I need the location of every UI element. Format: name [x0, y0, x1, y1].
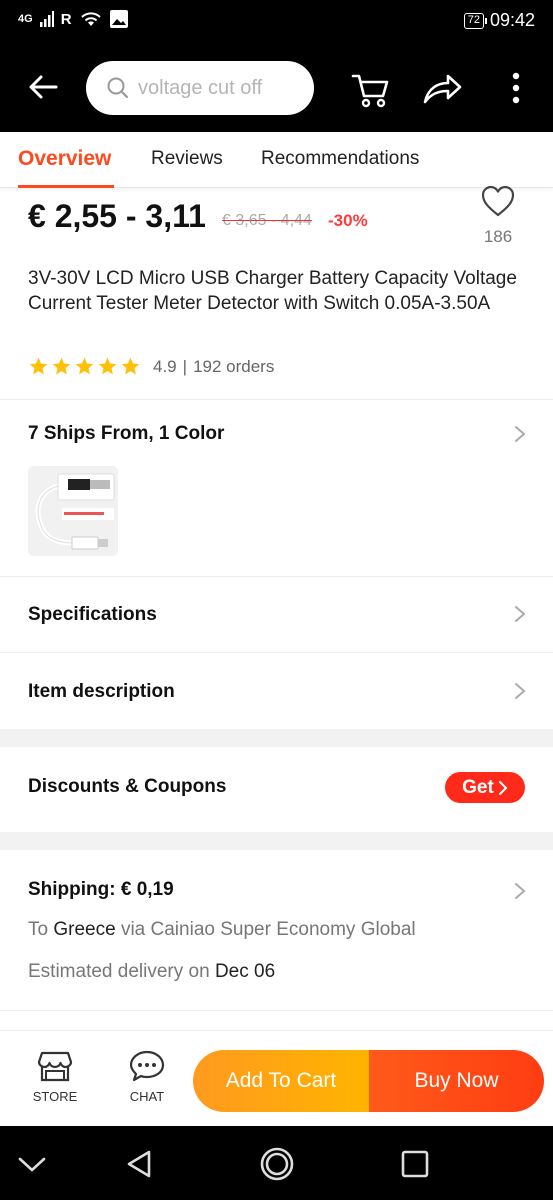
- original-price: € 3,65 - 4,44: [222, 212, 312, 229]
- divider: [0, 399, 553, 400]
- cart-button[interactable]: [348, 66, 392, 110]
- shipping-destination: To Greece via Cainiao Super Economy Glob…: [28, 919, 416, 941]
- rating-row[interactable]: 4.9 | 192 orders: [28, 356, 274, 377]
- star-icon: [75, 357, 94, 375]
- rating-stars: [28, 356, 141, 377]
- share-button[interactable]: [420, 66, 464, 110]
- tab-overview[interactable]: Overview: [18, 147, 111, 171]
- product-price: € 2,55 - 3,11: [28, 198, 206, 234]
- divider: [0, 652, 553, 653]
- chevron-right-icon[interactable]: [512, 682, 528, 700]
- search-bar[interactable]: [86, 61, 314, 115]
- wishlist-count: 186: [483, 227, 513, 246]
- chevron-right-icon: [498, 780, 508, 795]
- back-arrow-icon: [29, 75, 58, 99]
- delivery-date: Dec 06: [214, 961, 276, 982]
- item-description-row[interactable]: Item description: [28, 681, 175, 703]
- store-button[interactable]: STORE: [25, 1049, 85, 1104]
- system-navigation-bar: [0, 1126, 553, 1200]
- store-icon: [37, 1051, 73, 1082]
- gallery-icon: [109, 10, 128, 28]
- chat-button[interactable]: CHAT: [117, 1049, 177, 1104]
- chevron-right-icon[interactable]: [512, 605, 528, 623]
- divider: [0, 576, 553, 577]
- battery-indicator: 72: [463, 12, 488, 29]
- get-coupon-button[interactable]: Get: [445, 772, 525, 803]
- store-label: STORE: [32, 1089, 78, 1104]
- back-button[interactable]: [26, 70, 60, 104]
- chat-icon: [129, 1050, 165, 1082]
- active-tab-indicator: [18, 185, 114, 188]
- bottom-action-bar: STORE CHAT Add To Cart Buy Now: [0, 1030, 553, 1126]
- shipping-carrier: via Cainiao Super Economy Global: [120, 919, 416, 940]
- tab-bar: Overview Reviews Recommendations: [0, 132, 553, 188]
- discounts-coupons-row[interactable]: Discounts & Coupons: [28, 776, 226, 798]
- more-icon: [512, 72, 520, 104]
- product-title: 3V-30V LCD Micro USB Charger Battery Cap…: [28, 268, 517, 314]
- tab-reviews[interactable]: Reviews: [151, 148, 223, 170]
- divider: [0, 1010, 553, 1011]
- buy-now-button[interactable]: Buy Now: [369, 1050, 544, 1112]
- network-indicator: 4G: [18, 13, 33, 25]
- star-icon: [121, 357, 140, 375]
- carrier-flag: R: [60, 10, 72, 28]
- add-to-cart-button[interactable]: Add To Cart: [193, 1050, 369, 1112]
- wishlist-button[interactable]: [478, 184, 518, 223]
- nav-recents-icon[interactable]: [395, 1144, 435, 1184]
- shipping-title[interactable]: Shipping: € 0,19: [28, 879, 174, 901]
- rating-value: 4.9: [153, 356, 177, 376]
- rating-separator: |: [182, 356, 188, 376]
- star-icon: [52, 357, 71, 375]
- status-bar: 4G R 72 09:42: [0, 0, 553, 44]
- chevron-right-icon[interactable]: [512, 882, 528, 900]
- shipping-to-prefix: To: [28, 919, 49, 940]
- section-gap: [0, 832, 553, 850]
- chat-label: CHAT: [129, 1089, 165, 1104]
- chevron-right-icon[interactable]: [512, 425, 528, 443]
- star-icon: [29, 357, 48, 375]
- orders-count: 192 orders: [193, 356, 275, 376]
- shipping-country: Greece: [53, 919, 116, 940]
- more-button[interactable]: [494, 66, 538, 110]
- discount-badge: -30%: [328, 211, 368, 230]
- cart-icon: [351, 74, 389, 108]
- nav-home-icon[interactable]: [257, 1144, 297, 1184]
- color-variant-thumbnail[interactable]: [28, 466, 118, 556]
- tab-recommendations[interactable]: Recommendations: [261, 148, 419, 170]
- share-icon: [423, 74, 462, 104]
- star-icon: [98, 357, 117, 375]
- product-thumbnail-image: [28, 466, 118, 556]
- estimated-delivery-prefix: Estimated delivery on: [28, 961, 210, 982]
- clock: 09:42: [489, 10, 535, 30]
- app-bar: [0, 44, 553, 132]
- get-label: Get: [462, 776, 494, 798]
- search-input[interactable]: [138, 76, 298, 100]
- search-icon: [107, 77, 129, 99]
- chevron-down-icon[interactable]: [12, 1144, 52, 1184]
- heart-icon: [481, 185, 515, 217]
- estimated-delivery: Estimated delivery on Dec 06: [28, 961, 275, 983]
- specifications-row[interactable]: Specifications: [28, 604, 157, 626]
- wifi-icon: [80, 12, 101, 26]
- signal-icon: [39, 11, 54, 27]
- section-gap: [0, 729, 553, 747]
- ships-from-row[interactable]: 7 Ships From, 1 Color: [28, 423, 224, 445]
- nav-back-icon[interactable]: [119, 1144, 159, 1184]
